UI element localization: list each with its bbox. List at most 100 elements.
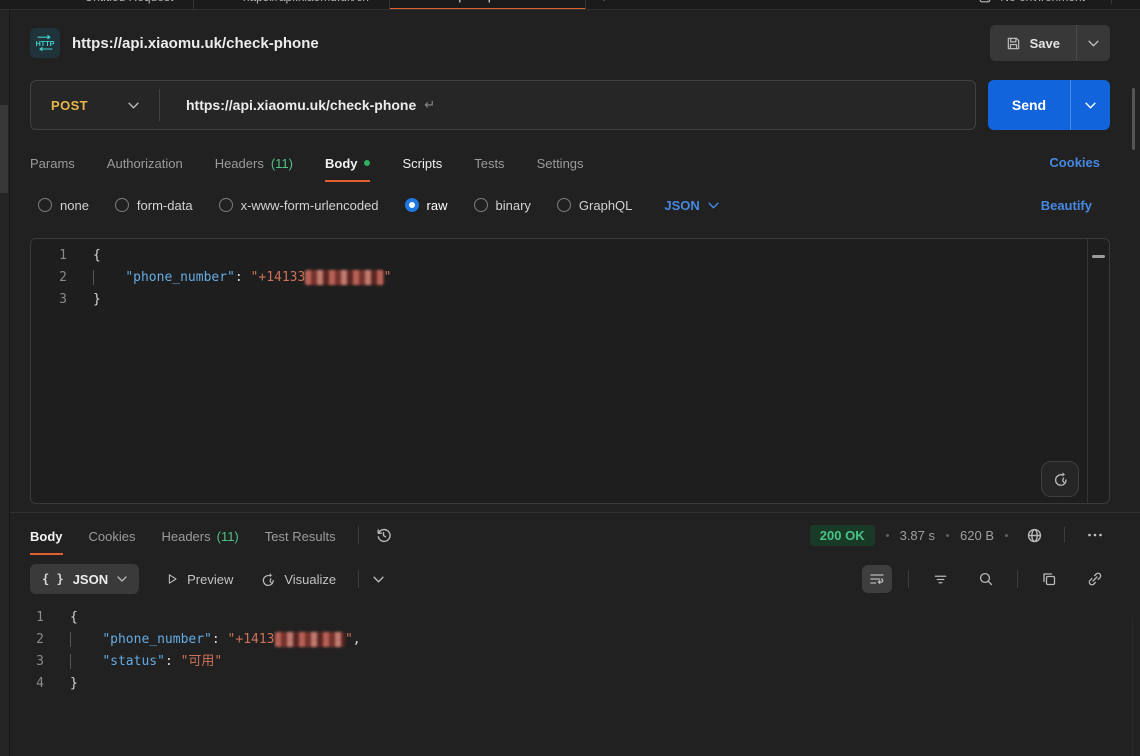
- chevron-down-icon: [1088, 40, 1099, 47]
- wrap-text-button[interactable]: [862, 565, 892, 593]
- preview-button[interactable]: Preview: [165, 572, 233, 587]
- radio-graphql[interactable]: GraphQL: [557, 198, 632, 213]
- environment-selector[interactable]: No environment: [978, 0, 1112, 4]
- visualize-button[interactable]: Visualize: [259, 571, 336, 588]
- tab-label: Scripts: [402, 156, 442, 171]
- send-options-button[interactable]: [1070, 80, 1110, 130]
- editor-scrollbar-thumb[interactable]: [1092, 255, 1105, 258]
- link-icon: [1087, 571, 1103, 587]
- editor-scrollbar[interactable]: [1087, 239, 1109, 503]
- postbot-button[interactable]: [1041, 461, 1079, 497]
- response-tab-test-results[interactable]: Test Results: [265, 516, 336, 555]
- workspace-tab-bar: GET Untitled Request GET https://api.xia…: [0, 0, 1140, 10]
- response-headers-count: (11): [217, 529, 239, 544]
- method-post-label: POST: [410, 0, 437, 2]
- tab-label: Tests: [474, 156, 504, 171]
- method-get-label: GET: [56, 0, 77, 3]
- radio-label: none: [60, 198, 89, 213]
- code-line[interactable]: 1 {: [31, 245, 1109, 267]
- workspace-tab-label: https://api.xiaomu.uk/ch: [243, 0, 369, 4]
- radio-binary[interactable]: binary: [474, 198, 531, 213]
- url-box: POST https://api.xiaomu.uk/check-phone ↵: [30, 80, 976, 130]
- radio-label: x-www-form-urlencoded: [241, 198, 379, 213]
- response-tab-headers[interactable]: Headers (11): [161, 516, 238, 555]
- radio-none[interactable]: none: [38, 198, 89, 213]
- copy-response-button[interactable]: [1034, 565, 1064, 593]
- tab-label: Body: [30, 529, 63, 544]
- response-tab-body[interactable]: Body: [30, 516, 63, 555]
- preview-play-icon: [165, 572, 179, 586]
- response-header: Body Cookies Headers (11) Test Results 2…: [0, 513, 1140, 557]
- response-meta: 200 OK 3.87 s 620 B: [810, 521, 1110, 549]
- globe-icon: [1026, 527, 1043, 544]
- collapsed-sidebar[interactable]: [0, 10, 10, 756]
- code-line[interactable]: 2 "phone_number": "+14133××××××××××": [31, 267, 1109, 289]
- code-line: 4 }: [0, 673, 1140, 695]
- method-selector[interactable]: POST: [31, 98, 159, 113]
- more-views-button[interactable]: [373, 576, 384, 583]
- tab-label: Headers: [215, 156, 264, 171]
- cookies-link[interactable]: Cookies: [1049, 155, 1100, 170]
- save-button[interactable]: Save: [990, 25, 1076, 61]
- tab-label: Test Results: [265, 529, 336, 544]
- radio-form-data[interactable]: form-data: [115, 198, 193, 213]
- response-format-selector[interactable]: { } JSON: [30, 564, 139, 594]
- tab-headers[interactable]: Headers (11): [215, 143, 293, 182]
- workspace-tab-get-request[interactable]: GET https://api.xiaomu.uk/ch: [194, 0, 390, 10]
- response-size[interactable]: 620 B: [960, 528, 994, 543]
- app-window: GET Untitled Request GET https://api.xia…: [0, 0, 1140, 756]
- send-button[interactable]: Send: [988, 80, 1070, 130]
- tab-params[interactable]: Params: [30, 143, 75, 182]
- url-value: https://api.xiaomu.uk/check-phone: [186, 97, 416, 113]
- request-title: https://api.xiaomu.uk/check-phone: [72, 35, 319, 52]
- radio-selected-icon: [405, 198, 419, 212]
- response-time[interactable]: 3.87 s: [900, 528, 935, 543]
- filter-button[interactable]: [925, 565, 955, 593]
- radio-label: binary: [496, 198, 531, 213]
- send-split-button: Send: [988, 80, 1110, 130]
- tab-settings[interactable]: Settings: [537, 143, 584, 182]
- request-tabs: Params Authorization Headers (11) Body S…: [0, 140, 1140, 184]
- network-info-button[interactable]: [1019, 521, 1049, 549]
- chevron-down-icon: [117, 576, 127, 582]
- workspace-tab-untitled[interactable]: GET Untitled Request: [36, 0, 194, 10]
- code-line[interactable]: 3 }: [31, 289, 1109, 311]
- new-tab-button[interactable]: +: [586, 0, 623, 6]
- tab-label: Authorization: [107, 156, 183, 171]
- ellipsis-icon: [1087, 532, 1103, 538]
- code-line: 3 "status": "可用": [0, 651, 1140, 673]
- radio-raw[interactable]: raw: [405, 198, 448, 213]
- search-response-button[interactable]: [971, 565, 1001, 593]
- chevron-down-icon: [128, 102, 139, 109]
- copy-link-button[interactable]: [1080, 565, 1110, 593]
- response-tab-cookies[interactable]: Cookies: [89, 516, 136, 555]
- language-selector[interactable]: JSON: [664, 198, 718, 213]
- divider: [358, 526, 359, 544]
- page-scrollbar[interactable]: [1132, 88, 1135, 150]
- radio-x-www-form-urlencoded[interactable]: x-www-form-urlencoded: [219, 198, 379, 213]
- code-text: {: [70, 607, 78, 629]
- save-options-button[interactable]: [1076, 25, 1110, 61]
- tab-authorization[interactable]: Authorization: [107, 143, 183, 182]
- response-scrollbar[interactable]: [1132, 618, 1140, 756]
- more-options-button[interactable]: [1080, 521, 1110, 549]
- url-input[interactable]: https://api.xiaomu.uk/check-phone ↵: [160, 97, 975, 113]
- environment-label: No environment: [1000, 0, 1085, 4]
- workspace-tab-label: https://api.xiaomu.uk/c: [445, 0, 564, 3]
- save-icon: [1006, 36, 1021, 51]
- sidebar-handle[interactable]: [0, 105, 8, 193]
- line-number: 3: [31, 289, 67, 311]
- response-toolbar: { } JSON Preview Visualize: [0, 559, 1140, 599]
- line-number: 1: [31, 245, 67, 267]
- response-history-button[interactable]: [369, 521, 399, 549]
- status-badge[interactable]: 200 OK: [810, 525, 875, 546]
- tab-scripts[interactable]: Scripts: [402, 143, 442, 182]
- tab-tests[interactable]: Tests: [474, 143, 504, 182]
- beautify-link[interactable]: Beautify: [1041, 198, 1092, 213]
- workspace-tab-active[interactable]: POST https://api.xiaomu.uk/c: [390, 0, 586, 10]
- tab-body[interactable]: Body: [325, 143, 371, 182]
- radio-label: form-data: [137, 198, 193, 213]
- radio-icon: [474, 198, 488, 212]
- history-clock-icon: [375, 527, 392, 544]
- request-body-editor[interactable]: 1 { 2 "phone_number": "+14133××××××××××"…: [30, 238, 1110, 504]
